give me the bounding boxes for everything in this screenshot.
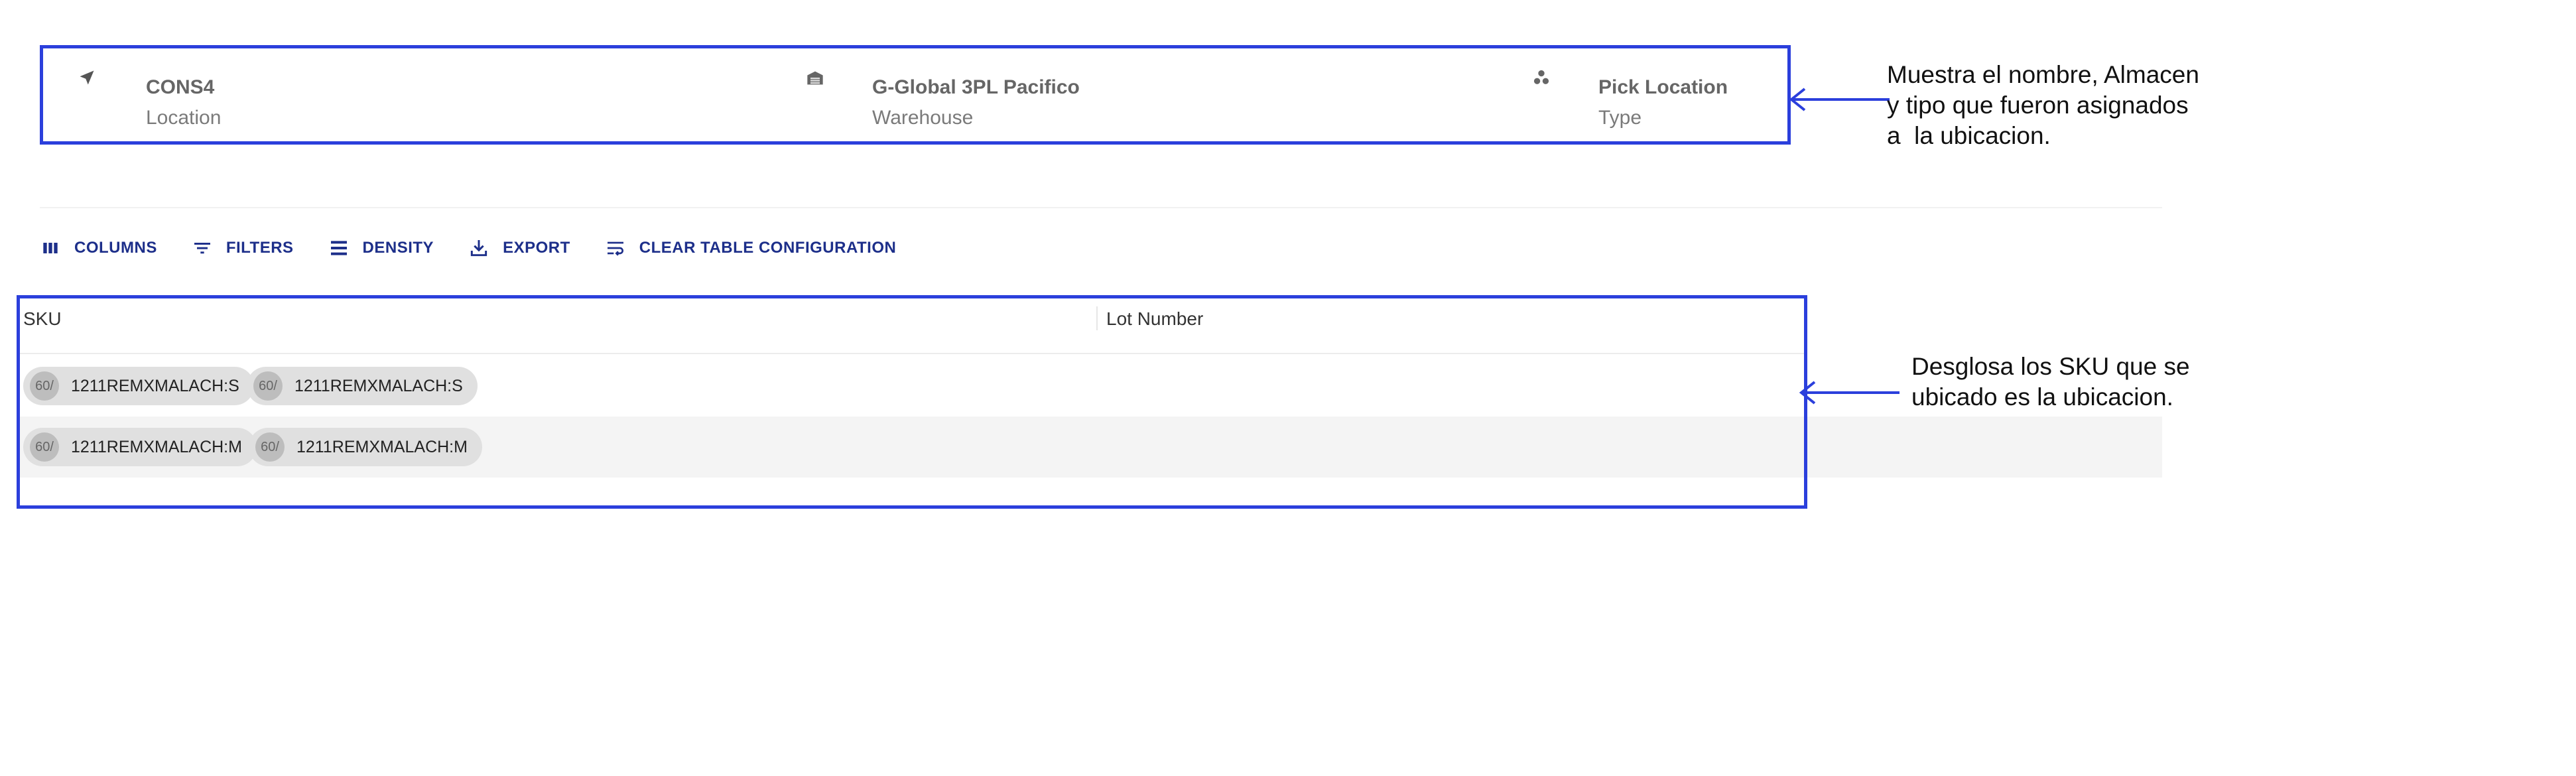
density-icon (330, 241, 347, 255)
location-name: CONS4 (146, 76, 215, 98)
annotation-info-line: y tipo que fueron asignados (1887, 92, 2189, 119)
annotation-info-note: Muestra el nombre, Almacen y tipo que fu… (1887, 60, 2199, 151)
filters-button-label: FILTERS (225, 239, 294, 257)
export-button-label: EXPORT (503, 239, 570, 257)
view-column-icon (43, 243, 58, 253)
warehouse-label: Warehouse (872, 107, 974, 129)
sku-table-annotation-outline (17, 295, 1807, 509)
location-info-card: CONS4 Location G-Global 3PL Pacifico War… (40, 45, 1791, 145)
columns-button[interactable]: COLUMNS (40, 237, 157, 259)
section-divider (40, 207, 2162, 208)
download-icon (470, 240, 487, 257)
annotation-arrow-info (1789, 88, 1890, 111)
warehouse-icon (806, 68, 824, 87)
grid-toolbar: COLUMNS FILTERS DENSITY EXPORT CLEAR TAB… (40, 232, 931, 264)
density-button-label: DENSITY (362, 239, 434, 257)
clear-table-configuration-label: CLEAR TABLE CONFIGURATION (639, 239, 897, 257)
filters-button[interactable]: FILTERS (192, 237, 294, 259)
annotation-info-line: Muestra el nombre, Almacen (1887, 61, 2199, 88)
location-type-label: Type (1598, 107, 1642, 129)
annotation-grid-line: ubicado es la ubicacion. (1911, 383, 2173, 411)
location-type: Pick Location (1598, 76, 1728, 98)
annotation-grid-note: Desglosa los SKU que se ubicado es la ub… (1911, 352, 2190, 413)
annotation-grid-line: Desglosa los SKU que se (1911, 353, 2190, 380)
warehouse-name: G-Global 3PL Pacifico (872, 76, 1080, 98)
category-icon (1532, 68, 1551, 87)
density-button[interactable]: DENSITY (328, 237, 434, 259)
export-button[interactable]: EXPORT (468, 237, 570, 259)
navigation-arrow-icon (78, 68, 96, 87)
columns-button-label: COLUMNS (74, 239, 157, 257)
location-name-label: Location (146, 107, 222, 129)
annotation-info-line: a la ubicacion. (1887, 122, 2051, 149)
filter-list-icon (194, 243, 210, 254)
wrap-text-icon (607, 241, 623, 256)
clear-table-configuration-button[interactable]: CLEAR TABLE CONFIGURATION (605, 237, 897, 259)
annotation-arrow-grid (1799, 381, 1900, 405)
